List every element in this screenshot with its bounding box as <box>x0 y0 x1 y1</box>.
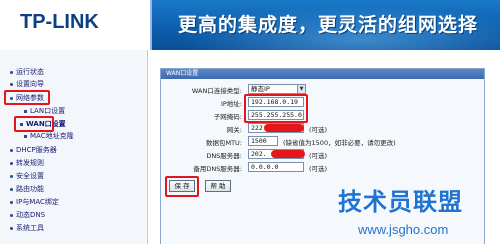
dns2-input[interactable]: 0.0.0.0 <box>248 162 304 172</box>
conn-type-value: 静态IP <box>251 85 270 93</box>
sidebar-item-routing[interactable]: 路由功能 <box>10 184 44 195</box>
watermark-url: www.jsgho.com <box>358 222 449 237</box>
highlight-wan-settings <box>14 116 54 132</box>
panel-body: WAN口连接类型: 静态IP ▼ IP地址: 192.168.0.19 子网掩码… <box>161 79 484 244</box>
help-button[interactable]: 帮 助 <box>205 180 231 192</box>
bullet-icon <box>10 82 13 86</box>
panel-title: WAN口设置 <box>161 69 484 79</box>
dns1-hint: (可选) <box>309 152 328 160</box>
mask-label: 子网掩码: <box>213 113 242 121</box>
highlight-save <box>165 176 199 197</box>
sidebar-item-dhcp[interactable]: DHCP服务器 <box>10 145 57 156</box>
sidebar-item-system-tools[interactable]: 系统工具 <box>10 223 44 234</box>
watermark-title: 技术员联盟 <box>338 188 463 216</box>
sidebar-nav: 运行状态 设置向导 网络参数 LAN口设置 WAN口设置 MAC地址克隆 DHC… <box>0 50 148 244</box>
dns2-hint: (可选) <box>309 165 328 173</box>
logo-text: TP-LINK <box>20 11 99 33</box>
highlight-ip-mask <box>244 94 308 123</box>
gateway-label: 网关: <box>226 126 242 134</box>
chevron-down-icon: ▼ <box>297 85 305 93</box>
redaction-scribble <box>271 150 305 158</box>
redaction-scribble <box>264 124 304 132</box>
sidebar-item-ip-mac-bind[interactable]: IP与MAC绑定 <box>10 197 59 208</box>
gateway-hint: (可选) <box>309 126 328 134</box>
bullet-icon <box>10 174 13 178</box>
bullet-icon <box>24 134 27 138</box>
bullet-icon <box>10 148 13 152</box>
bullet-icon <box>10 70 13 74</box>
wan-settings-panel: WAN口设置 WAN口连接类型: 静态IP ▼ IP地址: 192.168.0.… <box>160 68 485 244</box>
bullet-icon <box>10 213 13 217</box>
sidebar-item-forwarding[interactable]: 转发规则 <box>10 158 44 169</box>
sidebar-item-security[interactable]: 安全设置 <box>10 171 44 182</box>
dns2-label: 备用DNS服务器: <box>193 165 242 173</box>
ip-label: IP地址: <box>220 100 242 108</box>
header-slogan: 更高的集成度，更灵活的组网选择 <box>178 14 479 36</box>
bullet-icon <box>10 187 13 191</box>
gateway-value: 222 <box>251 124 263 132</box>
sidebar-item-wizard[interactable]: 设置向导 <box>10 79 44 90</box>
sidebar-item-ddns[interactable]: 动态DNS <box>10 210 45 221</box>
mtu-label: 数据包MTU: <box>205 139 242 147</box>
bullet-icon <box>10 226 13 230</box>
logo-area: TP-LINK <box>0 0 152 50</box>
bullet-icon <box>10 200 13 204</box>
highlight-network-params <box>4 90 50 105</box>
dns1-value: 202. <box>251 150 267 158</box>
conn-type-label: WAN口连接类型: <box>191 87 242 95</box>
sidebar-item-mac-clone[interactable]: MAC地址克隆 <box>24 131 74 142</box>
sidebar-item-status[interactable]: 运行状态 <box>10 67 44 78</box>
mtu-hint: (缺省值为1500，如非必要，请勿更改) <box>283 139 396 147</box>
bullet-icon <box>24 109 27 113</box>
bullet-icon <box>10 161 13 165</box>
dns1-label: DNS服务器: <box>206 152 242 160</box>
header-banner: TP-LINK 更高的集成度，更灵活的组网选择 <box>0 0 500 50</box>
mtu-input[interactable]: 1500 <box>248 136 278 146</box>
conn-type-select[interactable]: 静态IP ▼ <box>248 84 306 94</box>
